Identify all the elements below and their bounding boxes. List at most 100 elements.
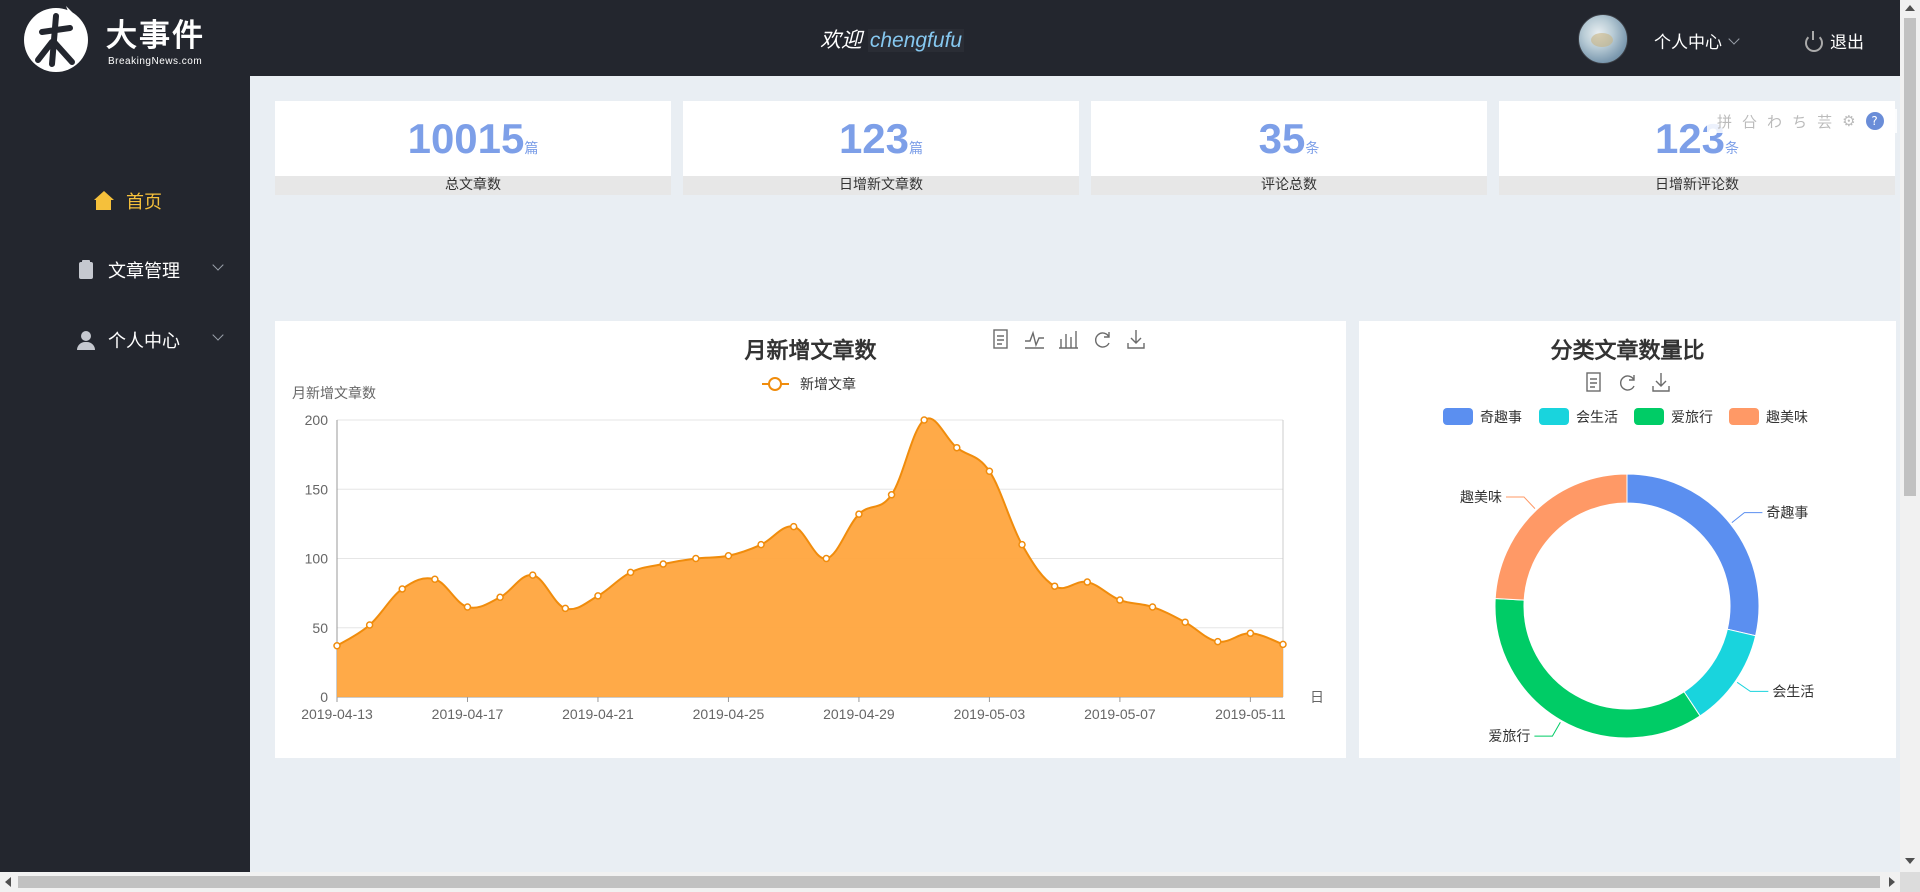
data-point <box>659 560 667 568</box>
sidebar-item-label: 个人中心 <box>108 331 180 352</box>
personal-center-menu[interactable]: 个人中心 <box>1654 28 1740 53</box>
y-tick-label: 100 <box>305 551 329 567</box>
toolbar-glyph[interactable]: 拼 <box>1717 111 1732 132</box>
scroll-thumb[interactable] <box>18 876 1880 888</box>
x-tick-label: 2019-04-29 <box>823 706 895 722</box>
sidebar-item-personal[interactable]: 个人中心 <box>0 315 250 365</box>
data-point <box>953 443 961 452</box>
data-point <box>822 554 831 563</box>
data-point <box>431 575 439 584</box>
data-point <box>1148 603 1157 611</box>
legend-swatch <box>1634 408 1664 425</box>
data-point <box>887 491 896 499</box>
donut-slice <box>1494 597 1701 739</box>
sidebar-item-label: 文章管理 <box>108 261 180 282</box>
data-point <box>1116 596 1124 604</box>
overlay-toolbar[interactable]: 拼 㕣 わ ち 芸 ⚙ ? <box>1707 109 1897 133</box>
y-tick-label: 150 <box>305 481 329 497</box>
welcome-message: 欢迎 chengfufu <box>820 24 965 54</box>
donut-slice <box>1494 473 1628 601</box>
data-point <box>1083 578 1092 586</box>
data-view-icon <box>1586 372 1601 392</box>
data-point <box>626 568 635 577</box>
data-point <box>463 603 472 611</box>
toolbar-glyph[interactable]: 㕣 <box>1742 111 1757 132</box>
welcome-text: 欢迎 <box>820 29 862 52</box>
stat-label: 评论总数 <box>1091 176 1487 195</box>
toolbar-glyph[interactable]: わ <box>1767 111 1782 132</box>
home-icon <box>94 191 114 211</box>
slice-label: 爱旅行 <box>1488 729 1530 745</box>
x-tick-label: 2019-04-25 <box>693 706 765 722</box>
data-point <box>398 585 406 593</box>
label-leader-line <box>1534 722 1561 737</box>
legend-label: 会生活 <box>1576 410 1618 426</box>
brand-name: 大事件 <box>106 18 205 54</box>
personal-center-label: 个人中心 <box>1654 33 1722 53</box>
scroll-thumb[interactable] <box>1904 18 1916 496</box>
sidebar-item-home[interactable]: 首页 <box>0 176 250 226</box>
settings-icon[interactable]: ⚙ <box>1842 112 1855 130</box>
clipboard-icon <box>76 260 96 280</box>
x-tick-label: 2019-04-13 <box>301 706 373 722</box>
slice-label: 会生活 <box>1772 684 1814 700</box>
legend-swatch <box>1729 408 1759 425</box>
sidebar: 首页 文章管理 个人中心 <box>0 76 250 872</box>
slice-label: 趣美味 <box>1460 490 1502 506</box>
data-point <box>1018 540 1026 549</box>
top-header: 大事件 BreakingNews.com 欢迎 chengfufu 个人中心 退… <box>0 0 1900 76</box>
data-view-icon <box>993 329 1008 349</box>
stat-label: 总文章数 <box>275 176 671 195</box>
data-point <box>1050 582 1059 590</box>
stat-card-total-comments: 35条 评论总数 <box>1091 101 1487 195</box>
download-icon <box>1127 330 1145 349</box>
donut-slice <box>1683 628 1757 717</box>
area-chart: 新增文章月新增文章数 0 50 100 150 200 2019-04-13 2019-04-… <box>292 329 1324 722</box>
legend-label: 新增文章 <box>800 376 856 393</box>
user-icon <box>76 330 96 350</box>
stat-label: 日增新文章数 <box>683 176 1079 195</box>
stat-value: 123篇 <box>838 115 924 162</box>
restore-icon <box>1619 375 1635 391</box>
y-axis-label: 月新增文章数 <box>292 385 376 402</box>
scroll-right-icon[interactable] <box>1889 877 1895 887</box>
horizontal-scrollbar[interactable] <box>0 872 1900 892</box>
line-chart-icon <box>1025 330 1044 349</box>
scroll-up-icon[interactable] <box>1905 5 1915 11</box>
legend-label: 爱旅行 <box>1671 410 1713 426</box>
chevron-down-icon <box>212 329 224 341</box>
data-point <box>1279 640 1287 649</box>
logout-button[interactable]: 退出 <box>1804 28 1864 53</box>
monthly-articles-panel: 月新增文章数 新增文章 月新增文章数 0 50 100 150 200 2019-04-13 2… <box>275 321 1346 758</box>
help-icon[interactable]: ? <box>1865 112 1884 130</box>
scroll-left-icon[interactable] <box>5 877 11 887</box>
label-leader-line <box>1736 681 1769 692</box>
scroll-down-icon[interactable] <box>1905 858 1915 864</box>
download-icon <box>1652 373 1670 392</box>
toolbar-glyph[interactable]: 芸 <box>1817 111 1832 132</box>
x-tick-label: 2019-05-11 <box>1215 706 1286 722</box>
brand-domain: BreakingNews.com <box>108 56 203 67</box>
toolbar-glyph[interactable]: ち <box>1792 111 1807 132</box>
legend-swatch <box>1443 408 1473 425</box>
data-point <box>692 554 700 563</box>
stat-value: 35条 <box>1258 115 1320 162</box>
power-icon <box>1804 30 1823 52</box>
avatar[interactable] <box>1578 14 1628 64</box>
vertical-scrollbar[interactable] <box>1900 0 1920 872</box>
data-point <box>985 467 994 475</box>
logout-label: 退出 <box>1830 33 1864 53</box>
restore-icon <box>1094 332 1110 348</box>
x-tick-label: 2019-04-17 <box>432 706 504 722</box>
donut-chart: 奇趣事 会生活 爱旅行 趣美味奇趣事会生活爱旅行趣美味 <box>1443 372 1814 745</box>
brand-logo[interactable]: 大事件 BreakingNews.com <box>22 0 232 76</box>
data-point <box>1181 618 1189 626</box>
x-tick-label: 2019-05-07 <box>1084 706 1156 722</box>
slice-label: 奇趣事 <box>1766 505 1808 522</box>
x-tick-label: 2019-05-03 <box>954 706 1026 722</box>
y-tick-label: 0 <box>320 689 328 705</box>
category-ratio-panel: 分类文章数量比 奇趣事 会生活 爱旅行 趣美味 奇趣事 会生活 爱旅行 趣美味 <box>1359 321 1896 758</box>
sidebar-item-articles[interactable]: 文章管理 <box>0 245 250 295</box>
stat-value: 10015篇 <box>407 115 539 162</box>
data-point <box>365 621 374 629</box>
